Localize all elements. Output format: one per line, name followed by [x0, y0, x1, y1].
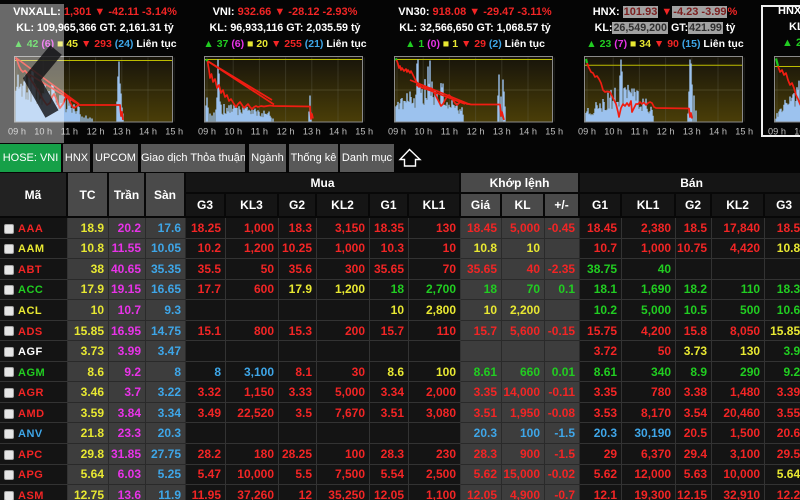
- svg-text:12 h: 12 h: [277, 127, 295, 137]
- svg-text:13 h: 13 h: [493, 127, 511, 137]
- svg-text:11 h: 11 h: [441, 127, 458, 137]
- svg-text:15 h: 15 h: [735, 127, 753, 137]
- svg-text:09 h: 09 h: [198, 127, 216, 137]
- svg-text:13 h: 13 h: [683, 127, 701, 137]
- svg-text:09 h: 09 h: [578, 127, 596, 137]
- svg-text:12 h: 12 h: [87, 127, 105, 137]
- svg-text:10 h: 10 h: [224, 127, 242, 137]
- svg-text:12 h: 12 h: [657, 127, 675, 137]
- svg-text:13 h: 13 h: [113, 127, 131, 137]
- svg-text:12 h: 12 h: [467, 127, 485, 137]
- svg-text:11 h: 11 h: [631, 127, 648, 137]
- svg-text:14 h: 14 h: [709, 127, 727, 137]
- svg-text:14 h: 14 h: [329, 127, 347, 137]
- svg-text:15 h: 15 h: [355, 127, 373, 137]
- svg-text:13 h: 13 h: [303, 127, 321, 137]
- svg-text:15 h: 15 h: [545, 127, 563, 137]
- svg-text:11 h: 11 h: [251, 127, 268, 137]
- svg-text:10 h: 10 h: [414, 127, 432, 137]
- svg-text:14 h: 14 h: [139, 127, 157, 137]
- svg-text:15 h: 15 h: [165, 127, 183, 137]
- svg-text:14 h: 14 h: [519, 127, 537, 137]
- svg-text:09 h: 09 h: [388, 127, 406, 137]
- svg-text:10 h: 10 h: [604, 127, 622, 137]
